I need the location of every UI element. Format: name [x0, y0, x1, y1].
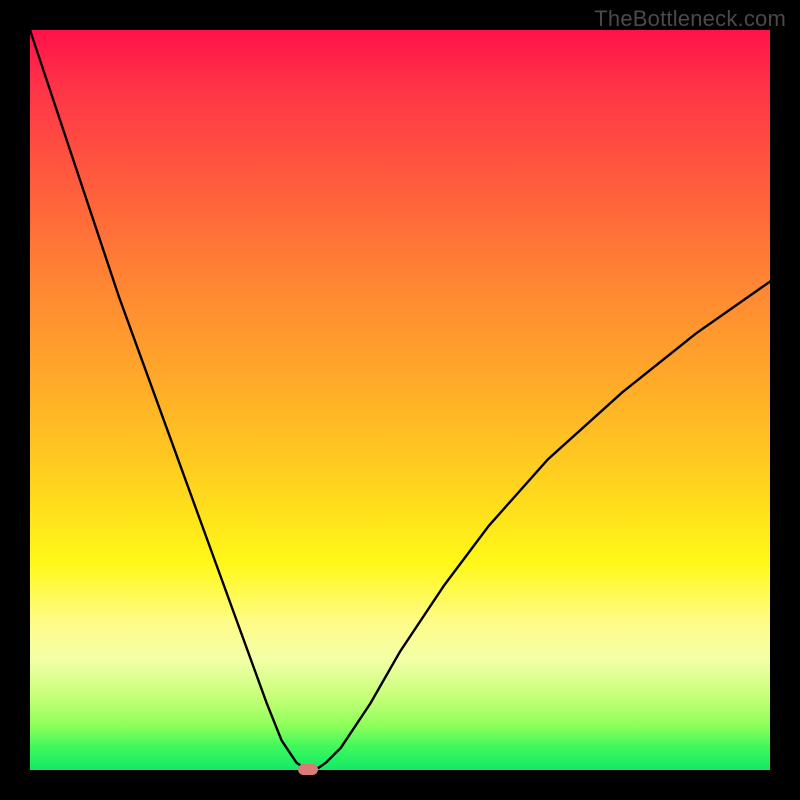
- chart-frame: TheBottleneck.com: [0, 0, 800, 800]
- minimum-marker: [298, 764, 318, 775]
- bottleneck-curve: [30, 30, 770, 770]
- plot-area: [30, 30, 770, 770]
- curve-path: [30, 30, 770, 769]
- watermark-text: TheBottleneck.com: [594, 6, 786, 32]
